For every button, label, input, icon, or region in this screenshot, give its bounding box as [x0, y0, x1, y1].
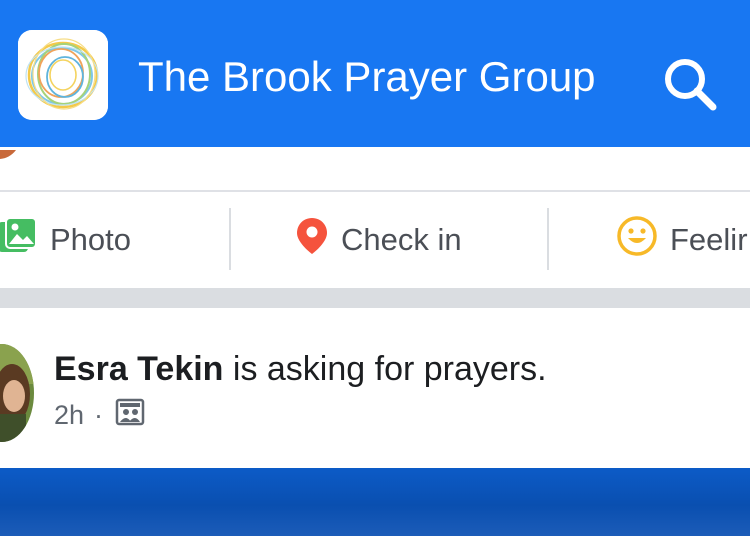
meta-separator: · — [94, 400, 104, 430]
post-meta: 2h · — [54, 398, 145, 433]
feeling-label: Feelir — [670, 222, 748, 257]
author-name[interactable]: Esra Tekin — [54, 350, 223, 388]
avatar[interactable] — [0, 344, 34, 442]
smiley-icon — [616, 215, 658, 265]
partial-avatar-edge — [0, 147, 20, 159]
group-title: The Brook Prayer Group — [138, 53, 596, 100]
group-audience-icon — [115, 398, 145, 433]
post-timestamp[interactable]: 2h — [54, 400, 84, 431]
check-in-label: Check in — [341, 222, 462, 257]
photo-button[interactable]: Photo — [0, 192, 131, 288]
app-header: The Brook Prayer Group — [0, 0, 750, 147]
composer-actions-bar: Photo Check in Feelir — [0, 192, 750, 288]
location-pin-icon — [295, 216, 329, 264]
feed-post[interactable]: Esra Tekin is asking for prayers. 2h · — [0, 308, 750, 468]
post-headline: Esra Tekin is asking for prayers. — [54, 350, 547, 389]
action-separator — [229, 208, 231, 270]
photo-label: Photo — [50, 222, 132, 257]
feeling-button[interactable]: Feelir — [616, 192, 748, 288]
bottom-background — [0, 468, 750, 536]
post-action-text: is asking for prayers. — [223, 350, 547, 388]
action-separator — [547, 208, 549, 270]
search-icon[interactable] — [660, 54, 720, 114]
photo-icon — [0, 216, 38, 264]
section-divider — [0, 288, 750, 308]
check-in-button[interactable]: Check in — [295, 192, 462, 288]
group-logo-icon[interactable] — [18, 30, 108, 120]
